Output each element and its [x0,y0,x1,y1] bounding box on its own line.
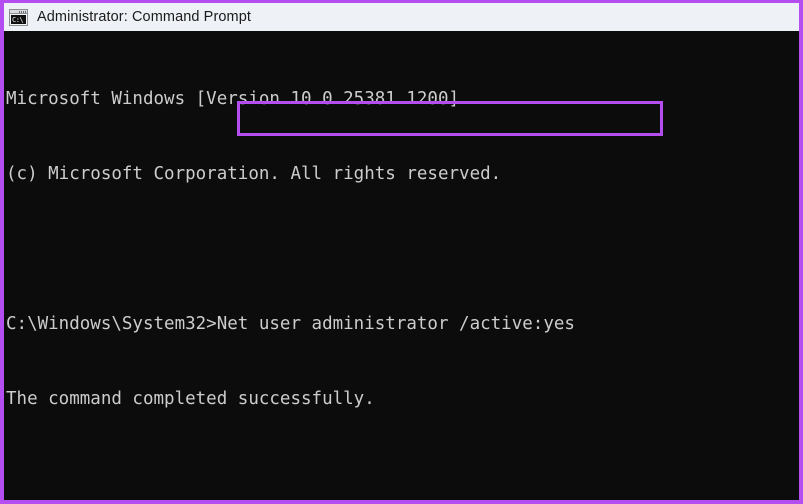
console-line-command: C:\Windows\System32>Net user administrat… [6,314,575,334]
console-line-blank-2 [6,462,799,487]
console-text: Microsoft Windows [Version 10.0.25381.12… [6,37,799,500]
console-line-copyright: (c) Microsoft Corporation. All rights re… [6,164,502,184]
command-prompt-icon: C:\ [9,8,28,26]
icon-window-buttons [19,10,26,13]
console-line-result: The command completed successfully. [6,389,375,409]
window-title: Administrator: Command Prompt [37,9,252,25]
console-line-version: Microsoft Windows [Version 10.0.25381.12… [6,89,460,109]
console-line-blank-1 [6,237,799,262]
command-prompt-window: C:\ Administrator: Command Prompt Micros… [0,0,803,504]
window-titlebar[interactable]: C:\ Administrator: Command Prompt [4,3,799,31]
icon-prompt-glyph: C:\ [11,14,26,24]
console-output-area[interactable]: Microsoft Windows [Version 10.0.25381.12… [4,31,799,472]
